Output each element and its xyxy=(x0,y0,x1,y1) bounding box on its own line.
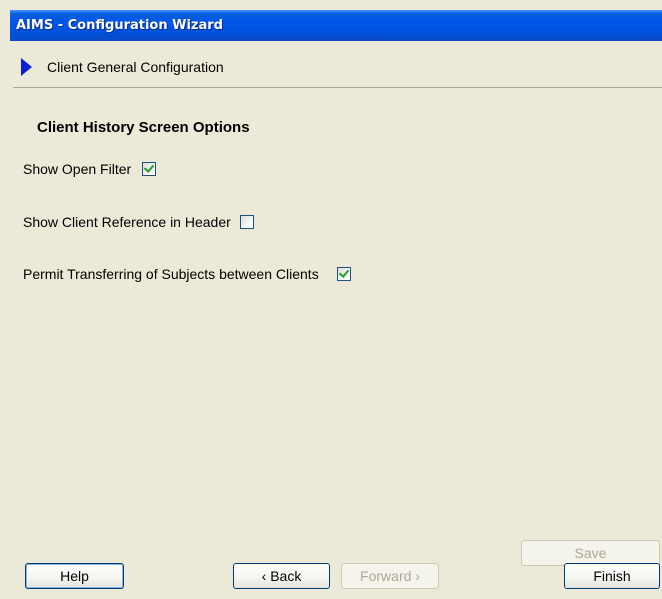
step-title: Client General Configuration xyxy=(47,59,224,75)
option-label: Show Client Reference in Header xyxy=(23,214,231,230)
configuration-wizard-window: AIMS - Configuration Wizard xyxy=(10,10,662,599)
step-arrow-icon xyxy=(21,58,32,76)
finish-button[interactable]: Finish xyxy=(564,563,660,589)
back-button[interactable]: ‹ Back xyxy=(233,563,330,589)
option-show-open-filter: Show Open Filter xyxy=(23,159,157,179)
option-label: Show Open Filter xyxy=(23,161,132,177)
show-open-filter-checkbox[interactable] xyxy=(142,162,157,176)
wizard-step-header: Client General Configuration xyxy=(13,41,662,89)
option-show-client-reference: Show Client Reference in Header xyxy=(23,212,254,232)
help-button[interactable]: Help xyxy=(25,563,124,589)
permit-transferring-checkbox[interactable] xyxy=(336,267,351,281)
header-divider xyxy=(13,87,662,88)
section-title: Client History Screen Options xyxy=(37,119,250,136)
option-permit-transferring: Permit Transferring of Subjects between … xyxy=(23,264,351,284)
window-title: AIMS - Configuration Wizard xyxy=(16,18,223,33)
window-title-bar[interactable]: AIMS - Configuration Wizard xyxy=(10,10,662,41)
show-client-reference-checkbox[interactable] xyxy=(239,215,254,229)
option-label: Permit Transferring of Subjects between … xyxy=(23,266,319,282)
forward-button[interactable]: Forward › xyxy=(341,563,439,589)
